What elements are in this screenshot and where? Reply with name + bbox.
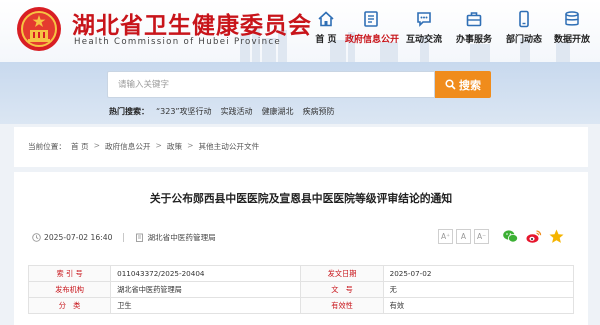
info-value: 无 — [382, 281, 575, 298]
search-input[interactable] — [107, 71, 435, 98]
info-label: 发布机构 — [27, 281, 112, 298]
info-value: 011043372/2025-20404 — [110, 265, 302, 282]
nav-label: 政府信息公开 — [345, 35, 400, 45]
main-nav: 首 页 政府信息公开 互动交流 办事服务 部门动态 数据开放 — [300, 8, 595, 58]
building-icon — [136, 233, 144, 242]
meta-divider — [123, 233, 125, 242]
article-source: 湖北省中医药管理局 — [147, 233, 216, 242]
breadcrumb-prefix: 当前位置： — [28, 142, 66, 151]
nav-item-dept-news[interactable]: 部门动态 — [498, 8, 550, 58]
database-icon — [565, 11, 579, 26]
nav-label: 互动交流 — [405, 35, 442, 45]
info-value: 2025-07-02 — [382, 265, 575, 282]
search-button[interactable]: 搜索 — [435, 71, 491, 98]
table-row: 发布机构 湖北省中医药管理局 文 号 无 — [27, 281, 575, 298]
breadcrumb-item-gov-info[interactable]: 政府信息公开 — [105, 141, 151, 152]
hot-searches-label: 热门搜索： — [109, 106, 149, 116]
table-row: 索 引 号 011043372/2025-20404 发文日期 2025-07-… — [27, 265, 575, 282]
font-size-controls: A⁺ A A⁻ — [438, 229, 489, 244]
info-label: 发文日期 — [300, 265, 384, 282]
breadcrumb: 当前位置： 首 页 > 政府信息公开 > 政策 > 其他主动公开文件 — [28, 141, 259, 152]
info-label: 文 号 — [300, 281, 384, 298]
chat-icon — [417, 12, 431, 27]
breadcrumb-separator: > — [187, 141, 194, 150]
article-date: 2025-07-02 16:40 — [44, 233, 113, 242]
home-icon — [318, 11, 334, 27]
breadcrumb-item-policy[interactable]: 政策 — [167, 141, 182, 152]
nav-item-services[interactable]: 办事服务 — [448, 8, 500, 58]
breadcrumb-separator: > — [155, 141, 162, 150]
font-size-default-button[interactable]: A — [456, 229, 471, 244]
hot-search-link[interactable]: 健康湖北 — [262, 106, 294, 117]
nav-item-open-data[interactable]: 数据开放 — [546, 8, 598, 58]
article-meta: 2025-07-02 16:40 湖北省中医药管理局 — [32, 232, 216, 243]
clock-icon — [32, 233, 41, 242]
nav-label: 数据开放 — [553, 35, 590, 45]
breadcrumb-item-other-files[interactable]: 其他主动公开文件 — [198, 141, 259, 152]
hot-searches: 热门搜索： “323”攻坚行动 实践活动 健康湖北 疾病预防 — [109, 104, 344, 118]
hot-search-link[interactable]: 实践活动 — [221, 106, 253, 117]
site-subtitle: Health Commission of Hubei Province — [74, 37, 281, 47]
table-row: 分 类 卫生 有效性 有效 — [27, 297, 575, 314]
briefcase-icon — [466, 12, 482, 27]
search-icon — [445, 79, 456, 90]
breadcrumb-separator: > — [93, 141, 100, 150]
breadcrumb-item-home[interactable]: 首 页 — [71, 141, 89, 152]
font-size-decrease-button[interactable]: A⁻ — [474, 229, 489, 244]
info-label: 索 引 号 — [27, 265, 112, 282]
info-label: 分 类 — [27, 297, 112, 314]
share-bar — [502, 228, 565, 245]
wechat-icon[interactable] — [502, 228, 519, 245]
info-value: 有效 — [382, 297, 575, 314]
document-icon — [364, 11, 378, 27]
info-label: 有效性 — [300, 297, 384, 314]
document-info-table: 索 引 号 011043372/2025-20404 发文日期 2025-07-… — [27, 265, 575, 314]
info-value: 卫生 — [110, 297, 302, 314]
phone-icon — [519, 10, 529, 28]
hot-search-link[interactable]: 疾病预防 — [303, 106, 335, 117]
weibo-icon[interactable] — [525, 228, 542, 245]
article-title: 关于公布郧西县中医医院及宣恩县中医医院等级评审结论的通知 — [149, 192, 453, 205]
font-size-increase-button[interactable]: A⁺ — [438, 229, 453, 244]
favorite-star-icon[interactable] — [548, 228, 565, 245]
nav-item-gov-info[interactable]: 政府信息公开 — [345, 8, 400, 58]
nav-label: 部门动态 — [505, 35, 542, 45]
nav-label: 办事服务 — [455, 35, 492, 45]
site-title: 湖北省卫生健康委员会 — [72, 12, 312, 39]
info-value: 湖北省中医药管理局 — [110, 281, 302, 298]
national-emblem-icon — [17, 7, 61, 51]
site-header: 湖北省卫生健康委员会 Health Commission of Hubei Pr… — [0, 0, 600, 62]
nav-item-interaction[interactable]: 互动交流 — [398, 8, 450, 58]
breadcrumb-card: 当前位置： 首 页 > 政府信息公开 > 政策 > 其他主动公开文件 — [14, 127, 588, 167]
search-button-label: 搜索 — [459, 78, 481, 92]
hot-search-link[interactable]: “323”攻坚行动 — [156, 106, 212, 117]
